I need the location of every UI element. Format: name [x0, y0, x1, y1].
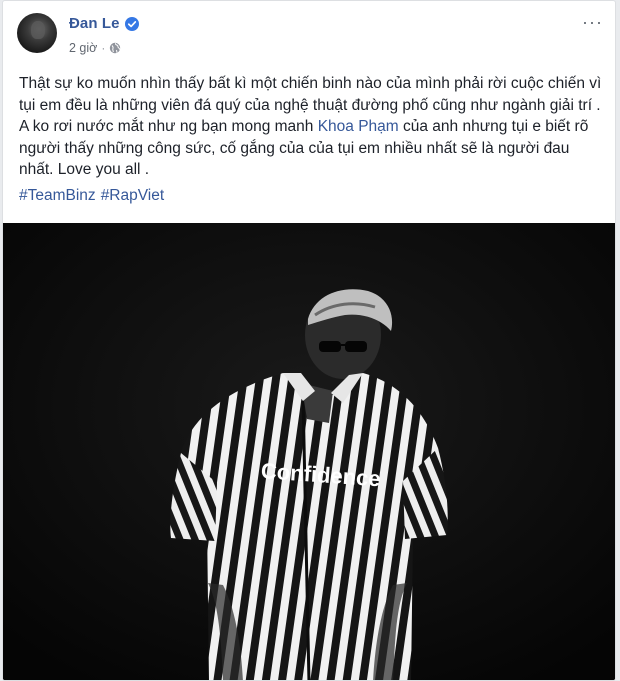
- author-avatar[interactable]: [17, 13, 57, 53]
- post-timestamp[interactable]: 2 giờ: [69, 41, 97, 55]
- photo-illustration: Confidence: [3, 223, 615, 680]
- post-meta: 2 giờ ·: [69, 41, 121, 55]
- post-card: Đan Le 2 giờ · ··· Thật sự ko muốn nhìn …: [2, 0, 616, 681]
- hashtags-row: #TeamBinz #RapViet: [19, 187, 169, 205]
- author-row: Đan Le: [69, 15, 139, 32]
- author-name[interactable]: Đan Le: [69, 15, 120, 32]
- globe-icon[interactable]: [109, 42, 121, 54]
- verified-badge-icon: [124, 16, 139, 31]
- post-message: Thật sự ko muốn nhìn thấy bất kì một chi…: [19, 73, 605, 181]
- hashtag-link[interactable]: #TeamBinz: [19, 187, 96, 204]
- mentioned-user-link[interactable]: Khoa Phạm: [318, 118, 399, 135]
- meta-separator: ·: [101, 41, 106, 55]
- more-options-icon[interactable]: ···: [582, 13, 603, 31]
- hashtag-link[interactable]: #RapViet: [101, 187, 164, 204]
- post-photo[interactable]: Confidence: [3, 223, 615, 680]
- post-header: Đan Le 2 giờ · ···: [3, 1, 615, 67]
